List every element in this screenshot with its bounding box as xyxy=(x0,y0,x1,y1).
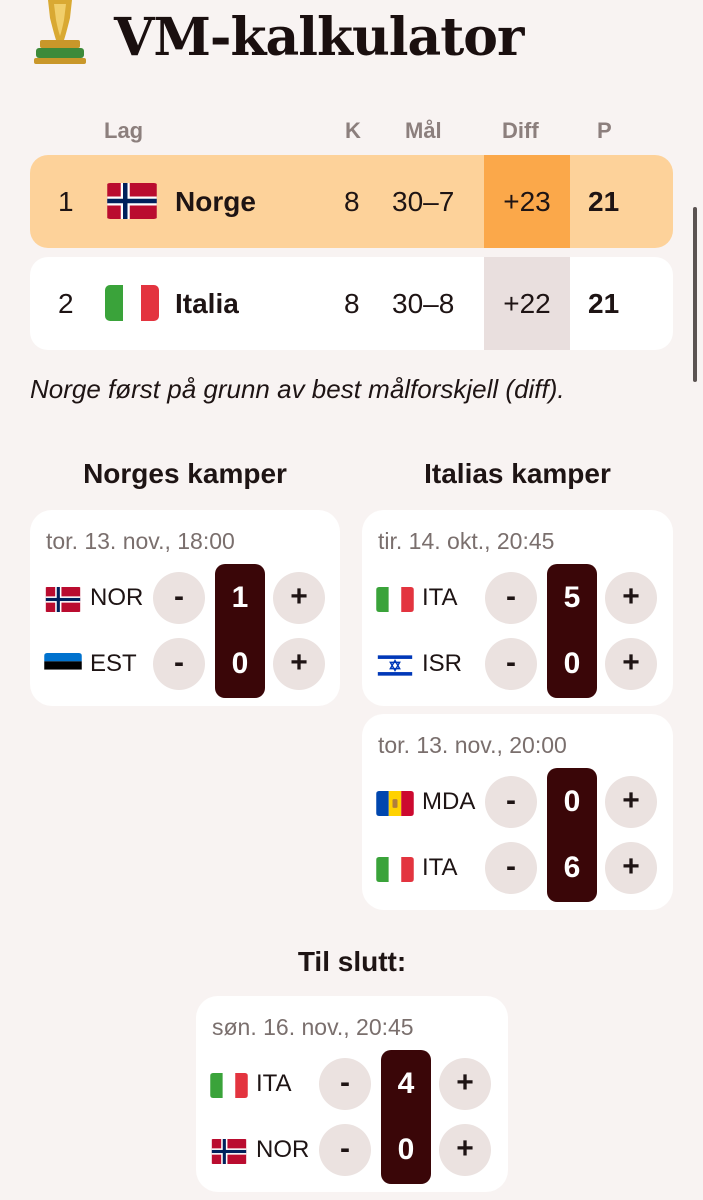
match-date: tor. 13. nov., 20:00 xyxy=(378,732,567,758)
points: 21 xyxy=(588,186,620,217)
column-header-goals: Mål xyxy=(405,118,442,143)
score-value: 6 xyxy=(563,851,581,884)
israel-flag-icon xyxy=(376,653,414,678)
moldova-flag-icon xyxy=(376,791,414,816)
match-date: søn. 16. nov., 20:45 xyxy=(212,1014,414,1040)
tiebreak-note: Norge først på grunn av best målforskjel… xyxy=(30,374,565,404)
score-value: 4 xyxy=(397,1067,415,1100)
increment-button[interactable]: + xyxy=(605,572,657,624)
increment-button[interactable]: + xyxy=(439,1124,491,1176)
team-row-away: NOR - 0 + xyxy=(196,1120,508,1180)
decrement-button[interactable]: - xyxy=(485,638,537,690)
increment-button[interactable]: + xyxy=(605,638,657,690)
norway-flag-icon xyxy=(44,587,82,612)
matches-played: 8 xyxy=(344,288,360,319)
column-header-matches: K xyxy=(345,118,361,143)
italy-flag-icon xyxy=(376,857,414,882)
decrement-button[interactable]: - xyxy=(485,776,537,828)
decrement-button[interactable]: - xyxy=(319,1058,371,1110)
team-code: MDA xyxy=(422,788,476,815)
estonia-flag-icon xyxy=(44,653,82,678)
team-row-away: EST - 0 + xyxy=(30,634,340,694)
page-title: VM-kalkulator xyxy=(114,7,524,68)
team-name: Norge xyxy=(175,186,256,217)
match-card-ita-nor: søn. 16. nov., 20:45 ITA - 4 + NOR - 0 + xyxy=(196,996,508,1192)
team-code: ISR xyxy=(422,650,463,677)
goals: 30–7 xyxy=(392,186,455,217)
decrement-button[interactable]: - xyxy=(485,842,537,894)
standings-row-italia: 2 Italia 8 30–8 +22 21 xyxy=(30,257,673,350)
norway-matches-title: Norges kamper xyxy=(83,458,287,489)
standings-row-norge: 1 Norge 8 30–7 +23 21 xyxy=(30,155,673,248)
team-code: NOR xyxy=(90,584,144,611)
team-code: EST xyxy=(90,650,137,677)
decrement-button[interactable]: - xyxy=(485,572,537,624)
decrement-button[interactable]: - xyxy=(319,1124,371,1176)
team-code: ITA xyxy=(256,1070,292,1097)
increment-button[interactable]: + xyxy=(605,842,657,894)
team-row-home: MDA - 0 + xyxy=(362,772,673,832)
match-date: tir. 14. okt., 20:45 xyxy=(378,528,555,554)
increment-button[interactable]: + xyxy=(273,638,325,690)
matches-played: 8 xyxy=(344,186,360,217)
increment-button[interactable]: + xyxy=(605,776,657,828)
team-row-away: ITA - 6 + xyxy=(362,838,673,898)
match-card-mda-ita: tor. 13. nov., 20:00 MDA - 0 + ITA - 6 + xyxy=(362,714,673,910)
rank: 2 xyxy=(58,288,74,319)
points: 21 xyxy=(588,288,620,319)
score-value: 1 xyxy=(231,581,249,614)
increment-button[interactable]: + xyxy=(439,1058,491,1110)
score-value: 0 xyxy=(563,785,581,818)
score-value: 0 xyxy=(231,647,249,680)
italy-matches-title: Italias kamper xyxy=(424,458,611,489)
trophy-icon xyxy=(30,0,90,64)
italy-flag-icon xyxy=(105,285,159,321)
match-date: tor. 13. nov., 18:00 xyxy=(46,528,235,554)
scrollbar-thumb[interactable] xyxy=(693,207,697,382)
column-header-diff: Diff xyxy=(502,118,539,143)
norway-flag-icon xyxy=(105,183,159,219)
team-code: ITA xyxy=(422,584,458,611)
increment-button[interactable]: + xyxy=(273,572,325,624)
decrement-button[interactable]: - xyxy=(153,572,205,624)
team-row-away: ISR - 0 + xyxy=(362,634,673,694)
italy-flag-icon xyxy=(210,1073,248,1098)
final-match-title: Til slutt: xyxy=(297,946,407,977)
norway-flag-icon xyxy=(210,1139,248,1164)
team-row-home: ITA - 5 + xyxy=(362,568,673,628)
score-value: 0 xyxy=(397,1133,415,1166)
team-row-home: ITA - 4 + xyxy=(196,1054,508,1114)
column-header-team: Lag xyxy=(104,118,144,143)
team-code: NOR xyxy=(256,1136,310,1163)
goals: 30–8 xyxy=(392,288,455,319)
decrement-button[interactable]: - xyxy=(153,638,205,690)
match-card-nor-est: tor. 13. nov., 18:00 NOR - 1 + EST - 0 + xyxy=(30,510,340,706)
team-name: Italia xyxy=(175,288,239,319)
score-value: 5 xyxy=(563,581,581,614)
score-value: 0 xyxy=(563,647,581,680)
goal-difference: +22 xyxy=(503,288,551,319)
team-code: ITA xyxy=(422,854,458,881)
rank: 1 xyxy=(58,186,74,217)
team-row-home: NOR - 1 + xyxy=(30,568,340,628)
match-card-ita-isr: tir. 14. okt., 20:45 ITA - 5 + ISR - 0 + xyxy=(362,510,673,706)
column-header-points: P xyxy=(597,118,612,143)
italy-flag-icon xyxy=(376,587,414,612)
goal-difference: +23 xyxy=(503,186,551,217)
